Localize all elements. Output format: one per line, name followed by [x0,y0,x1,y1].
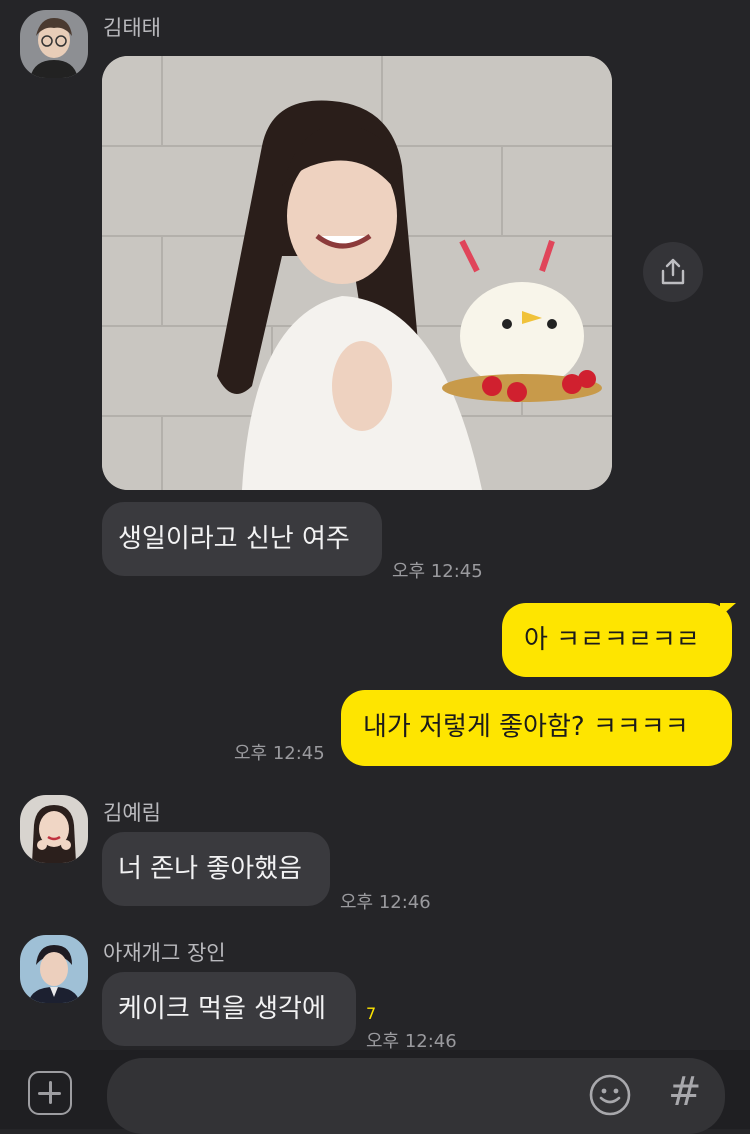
sender-name: 김태태 [103,16,161,40]
hashtag-icon[interactable]: # [668,1070,702,1114]
sender-name: 아재개그 장인 [103,941,226,965]
avatar-kimyerim[interactable] [20,795,88,863]
avatar-ajaegag[interactable] [20,935,88,1003]
share-button[interactable] [643,242,703,302]
message-input[interactable] [107,1058,725,1134]
shared-photo[interactable] [102,56,612,490]
message-time: 오후 12:45 [234,743,325,764]
message-bubble-incoming[interactable]: 생일이라고 신난 여주 [102,502,382,576]
sender-name: 김예림 [103,801,161,825]
message-bubble-incoming[interactable]: 너 존나 좋아했음 [102,832,330,906]
unread-count: 7 [366,1004,377,1023]
emoji-button[interactable] [588,1073,632,1117]
message-time: 오후 12:46 [340,892,431,913]
message-bubble-incoming[interactable]: 케이크 먹을 생각에 [102,972,356,1046]
plus-icon[interactable] [28,1071,72,1115]
emoji-icon [589,1074,631,1116]
message-bubble-outgoing[interactable]: 내가 저렇게 좋아함? ㅋㅋㅋㅋ [341,690,732,766]
message-time: 오후 12:45 [392,561,483,582]
avatar-kimtaetae[interactable] [20,10,88,78]
bubble-tail [720,603,736,617]
message-bubble-outgoing[interactable]: 아 ㅋㄹㅋㄹㅋㄹ [502,603,732,677]
share-icon [661,258,685,285]
